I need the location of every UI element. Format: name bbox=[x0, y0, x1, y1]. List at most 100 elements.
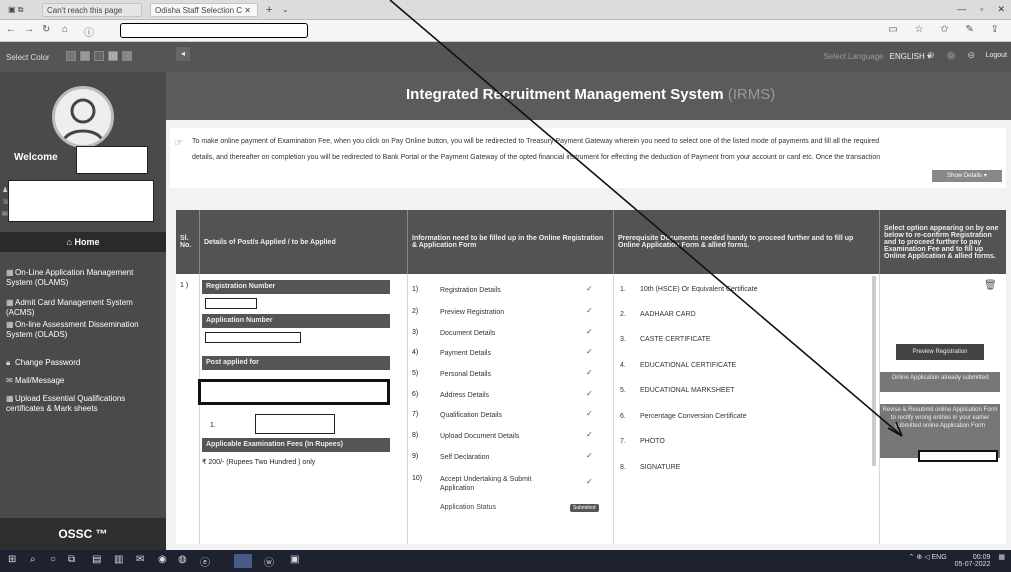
back-arrow-icon[interactable]: ← bbox=[6, 24, 16, 35]
clock-date: 05-07-2022 bbox=[954, 561, 991, 568]
sidebar-item-mail[interactable]: ✉ Mail/Message bbox=[6, 376, 162, 386]
edge-icon[interactable]: ⓔ bbox=[200, 554, 210, 569]
notification-icon: ▦ bbox=[998, 554, 1005, 561]
step-document-details[interactable]: Document Details bbox=[440, 329, 560, 338]
zoom-reset-icon[interactable]: ◎ bbox=[947, 50, 955, 60]
language-select[interactable]: Select Language ENGLISH ▾ bbox=[824, 52, 931, 61]
active-app-icon[interactable] bbox=[234, 554, 252, 568]
step-number: 3) bbox=[412, 329, 419, 336]
step-preview-registration[interactable]: Preview Registration bbox=[440, 308, 560, 317]
step-accept-undertaking[interactable]: Accept Undertaking & Submit Application bbox=[440, 475, 550, 493]
app-icon[interactable]: ◍ bbox=[178, 554, 187, 565]
application-submitted-button[interactable]: Online Application already submitted bbox=[880, 372, 1000, 392]
sidebar-item-olads[interactable]: ▦On-line Assessment Dissemination System… bbox=[6, 320, 162, 340]
windows-start-icon[interactable]: ⊞ bbox=[8, 554, 16, 565]
zoom-out-icon[interactable]: ⊖ bbox=[967, 50, 975, 60]
app-icon[interactable]: ◉ bbox=[158, 554, 167, 565]
step-self-declaration[interactable]: Self Declaration bbox=[440, 453, 560, 462]
tab-label: Odisha Staff Selection C bbox=[155, 6, 243, 15]
color-swatch[interactable] bbox=[80, 51, 90, 61]
forward-arrow-icon[interactable]: → bbox=[24, 24, 34, 35]
search-icon[interactable]: ⌕ bbox=[30, 554, 36, 565]
maximize-icon[interactable]: ▫ bbox=[980, 4, 983, 14]
tray-icons: ⌃ ⊕ ◁ bbox=[908, 554, 932, 561]
column-header: Prerequisite Documents needed handy to p… bbox=[614, 210, 880, 274]
registration-number-label: Registration Number bbox=[202, 280, 390, 294]
color-swatch[interactable] bbox=[122, 51, 132, 61]
browser-back-tabs-icon[interactable]: ▣ ⧉ bbox=[4, 3, 28, 17]
column-header: Sl. No. bbox=[176, 210, 200, 274]
system-tray[interactable]: ⌃ ⊕ ◁ ENG 00:09 05-07-2022 ▦ bbox=[909, 554, 1005, 568]
step-address-details[interactable]: Address Details bbox=[440, 391, 560, 400]
grid-icon: ▦ bbox=[6, 394, 14, 403]
sidebar-item-olams[interactable]: ▦On-Line Application Management System (… bbox=[6, 268, 162, 288]
word-icon[interactable]: ⓦ bbox=[264, 554, 274, 569]
pen-icon[interactable]: ✎ bbox=[965, 24, 973, 35]
tray-lang: ENG bbox=[931, 554, 947, 561]
page-title-text: Integrated Recruitment Management System bbox=[406, 86, 724, 103]
zoom-in-icon[interactable]: ⊕ bbox=[927, 50, 935, 60]
cortana-icon[interactable]: ○ bbox=[50, 554, 56, 565]
application-status-label: Application Status bbox=[440, 504, 497, 511]
app-icon[interactable]: ▣ bbox=[290, 554, 299, 565]
scrollbar[interactable] bbox=[872, 276, 876, 466]
color-swatch[interactable] bbox=[94, 51, 104, 61]
checkmark-icon: ✓ bbox=[586, 430, 593, 439]
tab-label: Can't reach this page bbox=[47, 6, 123, 15]
redacted-box bbox=[918, 450, 998, 462]
step-number: 6) bbox=[412, 391, 419, 398]
sidebar-item-label: Admit Card Management System (ACMS) bbox=[6, 298, 133, 317]
clock-time: 00:09 bbox=[972, 554, 991, 561]
favorite-star-icon[interactable]: ☆ bbox=[915, 24, 924, 35]
sidebar-item-change-password[interactable]: 🔒︎ Change Password bbox=[6, 358, 162, 368]
new-tab-button[interactable]: + bbox=[262, 3, 276, 17]
browser-toolbar-icons: ▭ ☆ ✩ ✎ ⇪ bbox=[874, 24, 999, 35]
url-field[interactable] bbox=[120, 23, 308, 38]
show-details-label: Show Details bbox=[947, 173, 983, 179]
sidebar-item-home[interactable]: ⌂ Home bbox=[0, 232, 166, 252]
sidebar-item-acms[interactable]: ▦Admit Card Management System (ACMS) bbox=[6, 298, 162, 318]
sidebar-toggle-button[interactable]: ◂ bbox=[176, 47, 190, 61]
registration-number-redacted bbox=[205, 298, 257, 309]
step-registration-details[interactable]: Registration Details bbox=[440, 286, 560, 295]
table-header: Sl. No. Details of Post/s Applied / to b… bbox=[176, 210, 1006, 274]
doc-number: 4. bbox=[620, 362, 626, 369]
username-redacted bbox=[76, 146, 148, 174]
color-swatch[interactable] bbox=[66, 51, 76, 61]
task-view-icon[interactable]: ⧉ bbox=[68, 554, 75, 565]
file-explorer-icon[interactable]: ▤ bbox=[92, 554, 101, 565]
chevron-down-icon[interactable]: ⌄ bbox=[278, 3, 293, 17]
close-icon[interactable]: ✕ bbox=[997, 4, 1005, 14]
refresh-icon[interactable]: ↻ bbox=[42, 24, 50, 35]
sidebar-item-upload[interactable]: ▦Upload Essential Qualifications certifi… bbox=[6, 394, 162, 414]
mail-icon[interactable]: ✉ bbox=[136, 554, 144, 565]
ossc-footer: OSSC ™ bbox=[0, 518, 166, 550]
favorites-icon[interactable]: ✩ bbox=[940, 24, 948, 35]
step-qualification-details[interactable]: Qualification Details bbox=[440, 411, 560, 420]
tab-ossc[interactable]: Odisha Staff Selection C ✕ bbox=[150, 3, 258, 17]
doc-number: 8. bbox=[620, 464, 626, 471]
share-icon[interactable]: ⇪ bbox=[991, 24, 999, 35]
step-personal-details[interactable]: Personal Details bbox=[440, 370, 560, 379]
logout-button[interactable]: Logout bbox=[986, 52, 1007, 59]
minimize-icon[interactable]: — bbox=[957, 4, 966, 14]
doc-item: CASTE CERTIFICATE bbox=[640, 336, 711, 343]
preview-registration-button[interactable]: Preview Registration bbox=[896, 344, 984, 360]
color-swatch[interactable] bbox=[108, 51, 118, 61]
column-header: Details of Post/s Applied / to be Applie… bbox=[200, 210, 408, 274]
trash-icon[interactable]: 🗑︎ bbox=[984, 280, 997, 291]
show-details-button[interactable]: Show Details ▾ bbox=[932, 170, 1002, 182]
checkmark-icon: ✓ bbox=[586, 389, 593, 398]
fees-value: ₹ 200/- (Rupees Two Hundred ) only bbox=[202, 459, 316, 466]
store-icon[interactable]: ▥ bbox=[114, 554, 123, 565]
reading-view-icon[interactable]: ▭ bbox=[888, 24, 897, 35]
tab-cant-reach[interactable]: Can't reach this page bbox=[42, 3, 142, 17]
step-number: 2) bbox=[412, 308, 419, 315]
checkmark-icon: ✓ bbox=[586, 409, 593, 418]
home-icon[interactable]: ⌂ bbox=[62, 24, 68, 35]
doc-number: 6. bbox=[620, 413, 626, 420]
step-payment-details[interactable]: Payment Details bbox=[440, 349, 560, 358]
window-controls[interactable]: — ▫ ✕ bbox=[943, 4, 1005, 15]
step-upload-document-details[interactable]: Upload Document Details bbox=[440, 432, 560, 441]
hand-pointer-icon: ☞ bbox=[174, 138, 183, 149]
